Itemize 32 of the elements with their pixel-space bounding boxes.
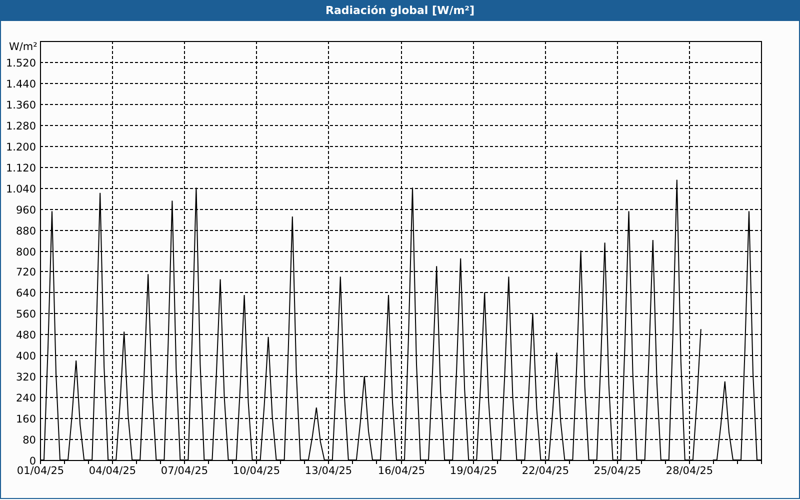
x-tick-label: 07/04/25 (160, 465, 208, 477)
x-tick-label: 22/04/25 (522, 465, 570, 477)
y-tick-label: 1.040 (6, 184, 36, 196)
y-tick-label: 1.280 (6, 120, 36, 132)
y-tick-label: 640 (16, 288, 36, 300)
y-tick-label: 0 (29, 456, 36, 468)
y-tick-label: 560 (16, 308, 36, 320)
x-tick-label: 13/04/25 (304, 465, 352, 477)
y-tick-label: 480 (16, 330, 36, 342)
window-title: Radiación global [W/m²] (1, 0, 799, 21)
x-tick-label: 01/04/25 (16, 465, 64, 477)
x-tick-label: 16/04/25 (378, 465, 426, 477)
y-tick-label: 1.360 (6, 100, 36, 112)
y-tick-label: 800 (16, 246, 36, 258)
x-tick-label: 25/04/25 (594, 465, 642, 477)
y-axis-unit: W/m² (9, 41, 38, 53)
x-tick-label: 04/04/25 (88, 465, 136, 477)
y-tick-label: 80 (22, 434, 36, 446)
y-tick-label: 720 (16, 266, 36, 278)
x-tick-label: 10/04/25 (232, 465, 280, 477)
x-tick-label: 19/04/25 (450, 465, 498, 477)
y-tick-label: 1.200 (6, 142, 36, 154)
y-tick-label: 1.440 (6, 78, 36, 90)
y-tick-label: 1.120 (6, 162, 36, 174)
y-tick-label: 240 (16, 392, 36, 404)
y-tick-label: 320 (16, 372, 36, 384)
y-tick-label: 400 (16, 350, 36, 362)
y-tick-label: 960 (16, 204, 36, 216)
x-tick-label: 28/04/25 (666, 465, 714, 477)
y-tick-label: 1.520 (6, 58, 36, 70)
y-tick-label: 160 (16, 414, 36, 426)
y-tick-label: 880 (16, 226, 36, 238)
